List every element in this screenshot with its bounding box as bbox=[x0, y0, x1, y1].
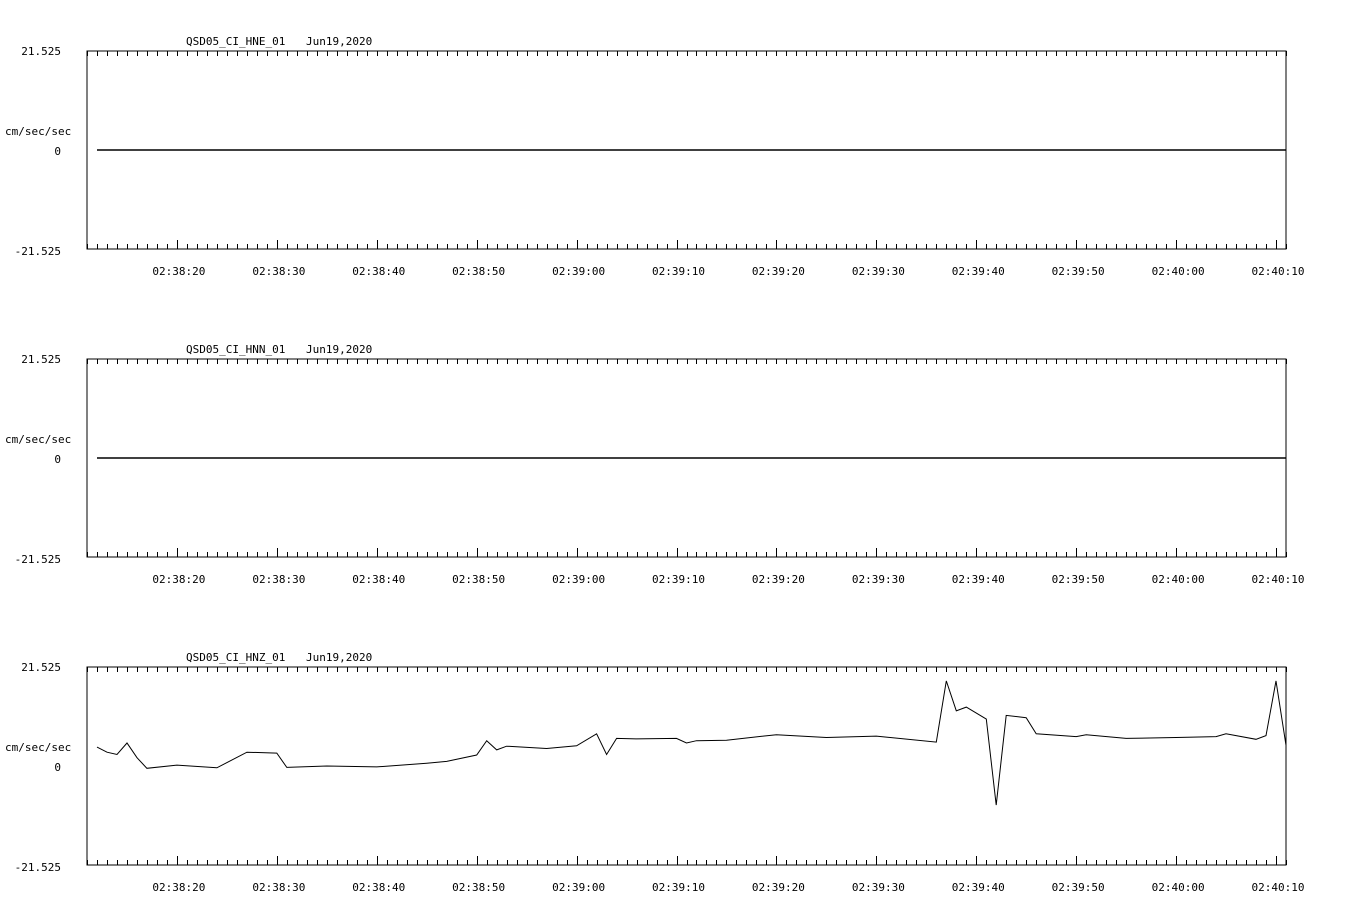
x-tick-label: 02:39:10 bbox=[652, 573, 705, 586]
x-tick-label: 02:39:10 bbox=[652, 265, 705, 278]
panel-hnz: QSD05_CI_HNZ_01 Jun19,2020 cm/sec/sec 21… bbox=[5, 651, 1305, 894]
x-tick-label: 02:39:30 bbox=[852, 881, 905, 894]
x-tick-label: 02:40:00 bbox=[1152, 265, 1205, 278]
x-tick-label: 02:39:00 bbox=[552, 265, 605, 278]
x-tick-label: 02:38:20 bbox=[152, 265, 205, 278]
x-tick-label: 02:39:40 bbox=[952, 573, 1005, 586]
panel-date: Jun19,2020 bbox=[306, 651, 372, 664]
x-tick-label: 02:39:50 bbox=[1052, 265, 1105, 278]
x-tick-label: 02:38:50 bbox=[452, 881, 505, 894]
panel-date: Jun19,2020 bbox=[306, 35, 372, 48]
y-tick-label-zero: 0 bbox=[54, 453, 61, 466]
x-tick-label: 02:39:20 bbox=[752, 881, 805, 894]
x-tick-label: 02:39:40 bbox=[952, 881, 1005, 894]
y-tick-label-min: -21.525 bbox=[15, 245, 61, 258]
y-tick-label-zero: 0 bbox=[54, 761, 61, 774]
x-tick-label: 02:39:10 bbox=[652, 881, 705, 894]
y-tick-label-zero: 0 bbox=[54, 145, 61, 158]
x-tick-label: 02:40:10 bbox=[1252, 573, 1305, 586]
y-tick-label-min: -21.525 bbox=[15, 553, 61, 566]
x-tick-label: 02:39:20 bbox=[752, 573, 805, 586]
x-tick-label: 02:40:10 bbox=[1252, 265, 1305, 278]
x-tick-label: 02:39:30 bbox=[852, 573, 905, 586]
panel-title: QSD05_CI_HNN_01 bbox=[186, 343, 285, 356]
x-axis-ticks bbox=[87, 667, 1287, 865]
x-axis-labels: 02:38:20 02:38:30 02:38:40 02:38:50 02:39:00… bbox=[152, 265, 1304, 278]
y-axis-label: cm/sec/sec bbox=[5, 433, 71, 446]
x-axis-labels: 02:38:20 02:38:30 02:38:40 02:38:50 02:39:00… bbox=[152, 573, 1304, 586]
y-axis-label: cm/sec/sec bbox=[5, 741, 71, 754]
x-tick-label: 02:38:40 bbox=[352, 881, 405, 894]
y-axis-label: cm/sec/sec bbox=[5, 125, 71, 138]
x-axis-labels: 02:38:20 02:38:30 02:38:40 02:38:50 02:39:00… bbox=[152, 881, 1304, 894]
y-tick-label-min: -21.525 bbox=[15, 861, 61, 874]
x-tick-label: 02:38:30 bbox=[252, 573, 305, 586]
x-tick-label: 02:40:10 bbox=[1252, 881, 1305, 894]
x-tick-label: 02:39:40 bbox=[952, 265, 1005, 278]
y-tick-label-max: 21.525 bbox=[21, 353, 61, 366]
x-tick-label: 02:40:00 bbox=[1152, 881, 1205, 894]
panel-date: Jun19,2020 bbox=[306, 343, 372, 356]
panel-hnn: QSD05_CI_HNN_01 Jun19,2020 cm/sec/sec 21… bbox=[5, 343, 1305, 586]
y-tick-label-max: 21.525 bbox=[21, 661, 61, 674]
panel-title: QSD05_CI_HNE_01 bbox=[186, 35, 285, 48]
x-tick-label: 02:39:30 bbox=[852, 265, 905, 278]
plot-frame bbox=[86, 666, 1287, 866]
x-tick-label: 02:38:30 bbox=[252, 265, 305, 278]
x-tick-label: 02:39:20 bbox=[752, 265, 805, 278]
x-tick-label: 02:39:00 bbox=[552, 573, 605, 586]
x-tick-label: 02:38:50 bbox=[452, 265, 505, 278]
x-tick-label: 02:40:00 bbox=[1152, 573, 1205, 586]
trace-line bbox=[96, 680, 1287, 806]
x-tick-label: 02:39:50 bbox=[1052, 881, 1105, 894]
panel-hne: QSD05_CI_HNE_01 Jun19,2020 cm/sec/sec 21… bbox=[5, 35, 1305, 278]
panel-title: QSD05_CI_HNZ_01 bbox=[186, 651, 285, 664]
y-tick-label-max: 21.525 bbox=[21, 45, 61, 58]
x-tick-label: 02:38:40 bbox=[352, 265, 405, 278]
seismogram-plots: QSD05_CI_HNE_01 Jun19,2020 cm/sec/sec 21… bbox=[5, 35, 1305, 894]
x-tick-label: 02:39:00 bbox=[552, 881, 605, 894]
x-tick-label: 02:38:20 bbox=[152, 573, 205, 586]
x-tick-label: 02:38:20 bbox=[152, 881, 205, 894]
x-tick-label: 02:38:40 bbox=[352, 573, 405, 586]
x-tick-label: 02:38:50 bbox=[452, 573, 505, 586]
x-tick-label: 02:38:30 bbox=[252, 881, 305, 894]
x-tick-label: 02:39:50 bbox=[1052, 573, 1105, 586]
